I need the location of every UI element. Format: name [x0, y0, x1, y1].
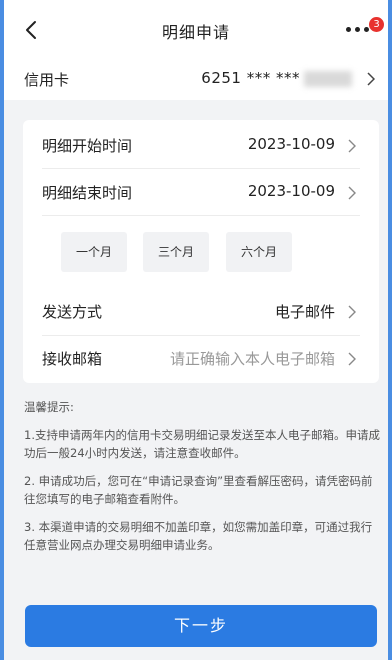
end-date-row[interactable]: 明细结束时间 2023-10-09 [23, 169, 379, 215]
chevron-right-icon [367, 72, 375, 86]
send-method-value: 电子邮件 [274, 303, 335, 321]
range-six-months-button[interactable]: 六个月 [226, 232, 292, 272]
start-date-row[interactable]: 明细开始时间 2023-10-09 [23, 122, 379, 168]
tip-item: 1.支持申请两年内的信用卡交易明细记录发送至本人电子邮箱。申请成功后一般24小时… [24, 427, 380, 461]
email-row[interactable]: 接收邮箱 请正确输入本人电子邮箱 [23, 335, 379, 381]
start-date-label: 明细开始时间 [42, 137, 133, 155]
notification-badge: 3 [369, 17, 384, 32]
chevron-right-icon [348, 352, 356, 366]
tips-title: 温馨提示: [24, 400, 74, 414]
page-title: 明细申请 [161, 23, 230, 42]
divider [42, 215, 360, 216]
card-number-mask [304, 71, 352, 87]
card-number: 6251 *** *** [201, 69, 300, 87]
email-input[interactable]: 请正确输入本人电子邮箱 [170, 348, 335, 369]
card-selector[interactable]: 信用卡 6251 *** *** [4, 58, 388, 100]
send-method-row[interactable]: 发送方式 电子邮件 [23, 288, 379, 334]
end-date-label: 明细结束时间 [42, 184, 133, 202]
chevron-right-icon [348, 305, 356, 319]
chevron-right-icon [348, 186, 356, 200]
tips-section: 温馨提示: 1.支持申请两年内的信用卡交易明细记录发送至本人电子邮箱。申请成功后… [24, 398, 380, 564]
next-step-button[interactable]: 下一步 [25, 605, 377, 647]
form-panel: 明细开始时间 2023-10-09 明细结束时间 2023-10-09 一个月 … [23, 120, 379, 383]
tip-item: 3. 本渠道申请的交易明细不加盖印章，如您需加盖印章，可通过我行任意营业网点办理… [24, 519, 373, 553]
more-options-icon[interactable] [346, 27, 372, 33]
range-three-months-button[interactable]: 三个月 [143, 232, 209, 272]
chevron-right-icon [348, 139, 356, 153]
start-date-value: 2023-10-09 [247, 135, 335, 153]
tip-item: 2. 申请成功后，您可在“申请记录查询”里查看解压密码，请凭密码前往您填写的电子… [24, 473, 373, 507]
nav-bar: 明细申请 3 [4, 0, 388, 58]
end-date-value: 2023-10-09 [247, 182, 335, 200]
email-label: 接收邮箱 [42, 350, 103, 368]
card-label: 信用卡 [24, 71, 70, 89]
app-screen: 明细申请 3 信用卡 6251 *** *** 明细开始时间 2023-10-0… [4, 0, 388, 660]
send-method-label: 发送方式 [42, 303, 103, 321]
range-one-month-button[interactable]: 一个月 [61, 232, 127, 272]
